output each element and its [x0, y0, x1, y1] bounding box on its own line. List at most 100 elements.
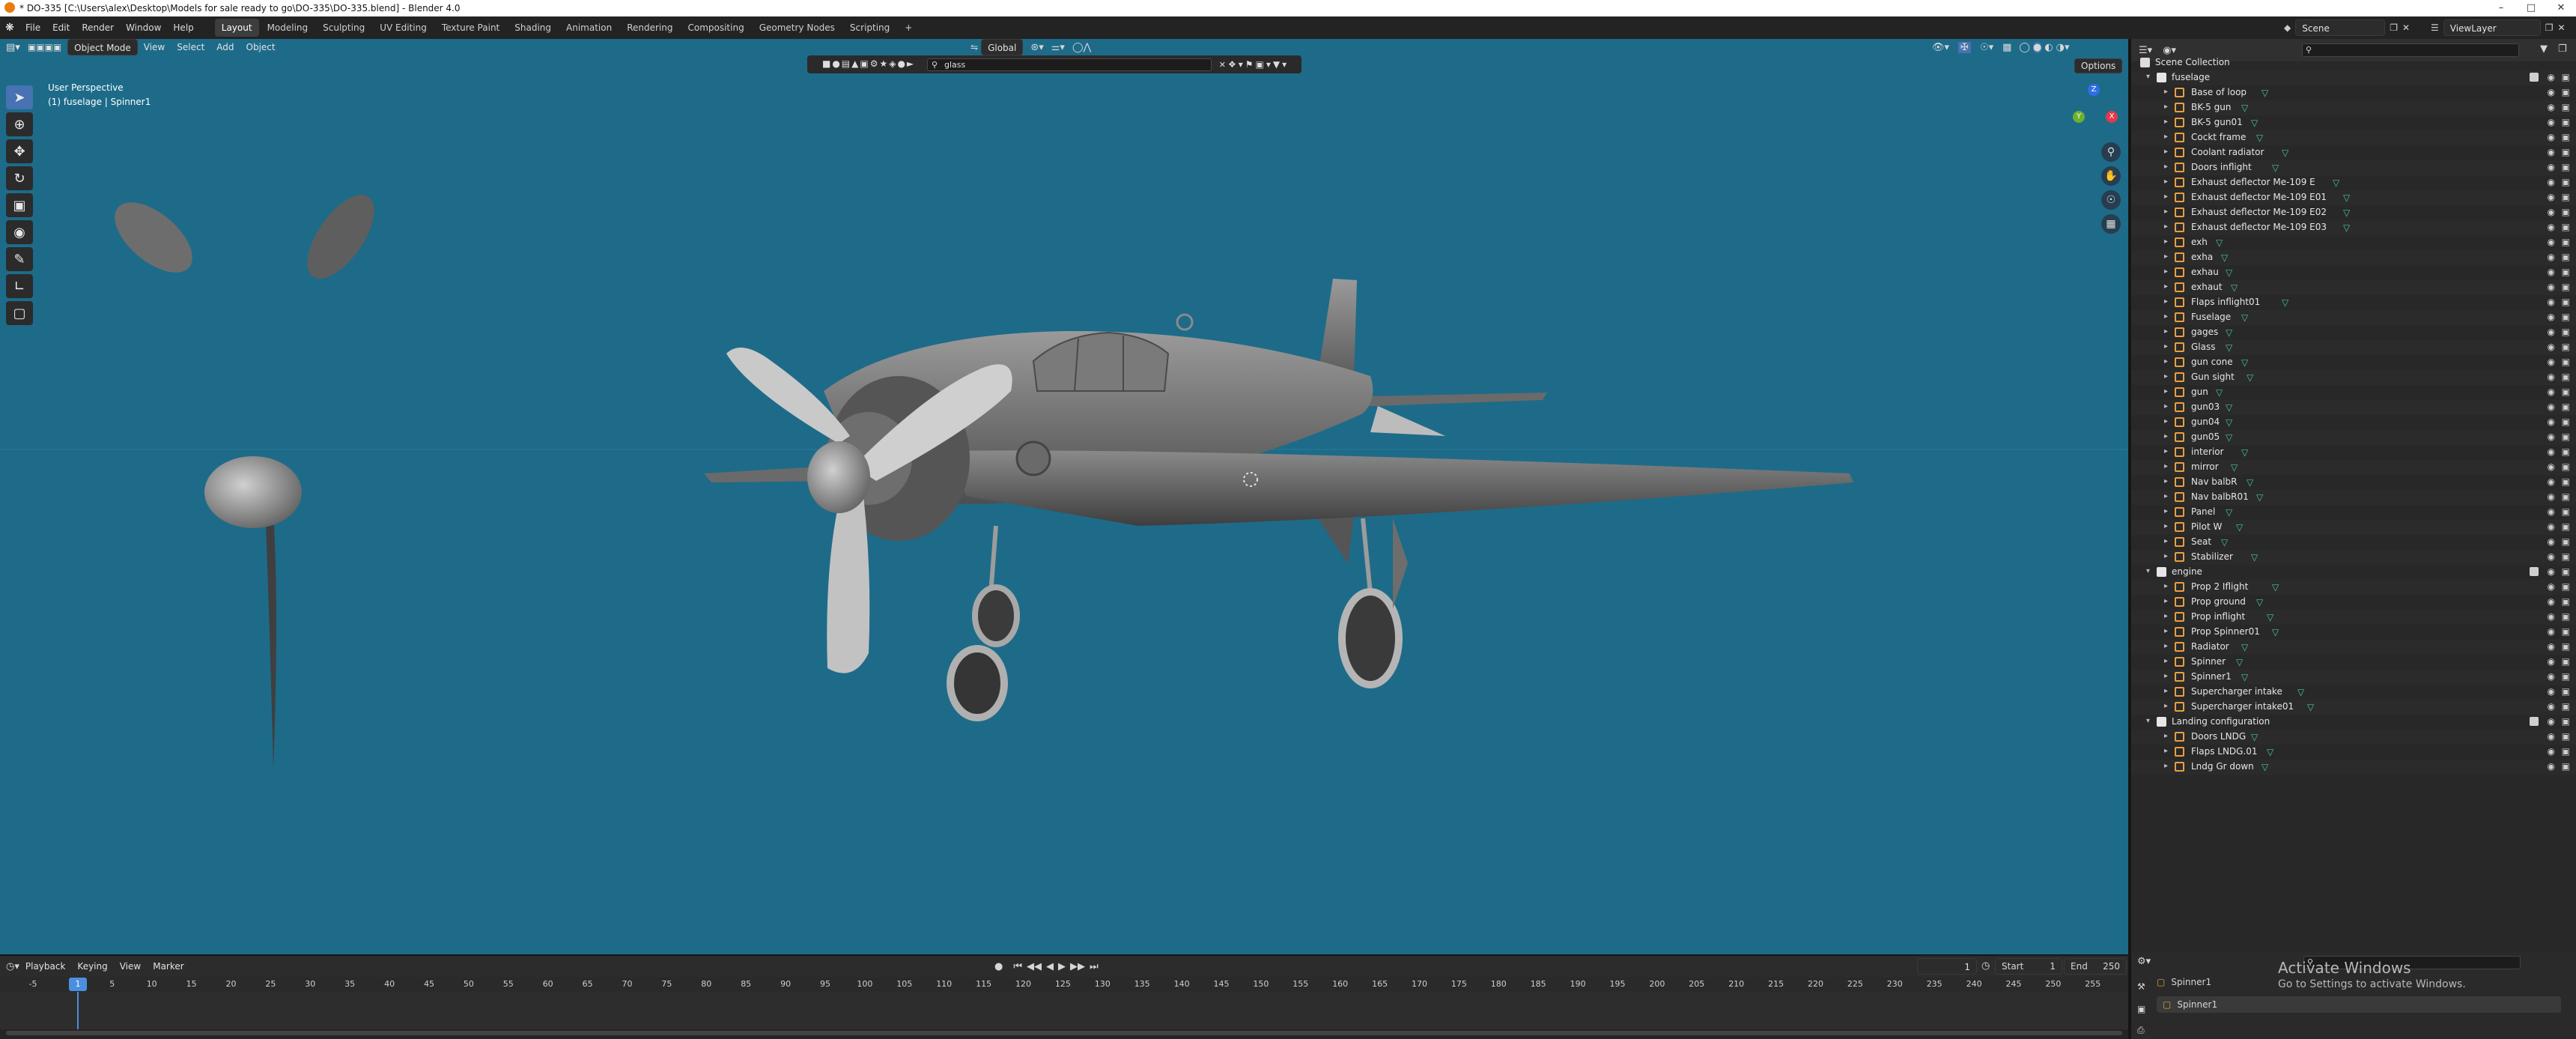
collection-row[interactable]: ▾ fuselage ◉ ▣	[2131, 70, 2576, 85]
outliner-object-row[interactable]: ▸ Gun sight ▽ ◉ ▣	[2131, 370, 2576, 385]
expand-triangle-icon[interactable]: ▸	[2164, 597, 2168, 605]
annotate-tool-icon[interactable]: ✎	[6, 247, 33, 271]
delete-scene-icon[interactable]: ✕	[2402, 22, 2410, 33]
render-camera-icon[interactable]: ▣	[2562, 461, 2570, 472]
render-camera-icon[interactable]: ▣	[2562, 641, 2570, 652]
mesh-data-icon[interactable]: ▽	[2272, 163, 2279, 173]
expand-triangle-icon[interactable]: ▸	[2164, 267, 2168, 276]
outliner-object-row[interactable]: ▸ Flaps inflight01 ▽ ◉ ▣	[2131, 295, 2576, 310]
mode-selector[interactable]: Object Mode	[67, 39, 138, 55]
visibility-eye-icon[interactable]: ◉	[2548, 402, 2555, 412]
prev-key-icon[interactable]: ◀◀	[1027, 961, 1042, 972]
transform-tool-icon[interactable]: ◉	[6, 220, 33, 244]
mesh-data-icon[interactable]: ▽	[2282, 297, 2288, 308]
outliner-root-row[interactable]: Scene Collection	[2131, 55, 2576, 70]
gizmo-z-axis[interactable]: Z	[2088, 84, 2100, 96]
visibility-eye-icon[interactable]: ◉	[2548, 566, 2555, 577]
visibility-eye-icon[interactable]: ◉	[2548, 372, 2555, 382]
jump-end-icon[interactable]: ⏭	[1090, 961, 1099, 972]
render-camera-icon[interactable]: ▣	[2562, 282, 2570, 292]
object-name-field[interactable]: ▢ Spinner1	[2157, 996, 2561, 1013]
mesh-data-icon[interactable]: ▽	[2236, 522, 2243, 533]
mesh-data-icon[interactable]: ▽	[2216, 237, 2223, 248]
filter-options-icon[interactable]: ❖▾⚑▣▾▼▾	[1228, 59, 1289, 70]
render-camera-icon[interactable]: ▣	[2562, 551, 2570, 562]
visibility-eye-icon[interactable]: ◉	[2548, 117, 2555, 127]
play-reverse-icon[interactable]: ◀	[1046, 961, 1054, 972]
menu-render[interactable]: Render	[76, 16, 120, 39]
visibility-eye-icon[interactable]: ◉	[2548, 431, 2555, 442]
clear-search-icon[interactable]: ✕	[1219, 59, 1226, 70]
mesh-data-icon[interactable]: ▽	[2241, 642, 2248, 652]
render-camera-icon[interactable]: ▣	[2562, 162, 2570, 172]
visibility-eye-icon[interactable]: ◉	[2548, 416, 2555, 427]
preview-range-icon[interactable]: ◷	[1981, 960, 1990, 972]
outliner-object-row[interactable]: ▸ Nav balbR ▽ ◉ ▣	[2131, 475, 2576, 490]
visibility-eye-icon[interactable]: ◉	[2548, 611, 2555, 622]
outliner-object-row[interactable]: ▸ Spinner1 ▽ ◉ ▣	[2131, 670, 2576, 685]
expand-triangle-icon[interactable]: ▸	[2164, 612, 2168, 620]
outliner-object-row[interactable]: ▸ Flaps LNDG.01 ▽ ◉ ▣	[2131, 745, 2576, 760]
spinner-prop-model[interactable]	[103, 184, 387, 769]
outliner-object-row[interactable]: ▸ gun cone ▽ ◉ ▣	[2131, 355, 2576, 370]
mesh-data-icon[interactable]: ▽	[2241, 357, 2248, 368]
expand-triangle-icon[interactable]: ▸	[2164, 357, 2168, 366]
visibility-eye-icon[interactable]: ◉	[2548, 147, 2555, 157]
timeline-track[interactable]	[0, 992, 2128, 1029]
workspace-tab-scripting[interactable]: Scripting	[843, 19, 896, 37]
workspace-tab-sculpting[interactable]: Sculpting	[316, 19, 371, 37]
mesh-data-icon[interactable]: ▽	[2226, 402, 2232, 413]
mesh-data-icon[interactable]: ▽	[2256, 492, 2263, 503]
visibility-eye-icon[interactable]: ◉	[2548, 207, 2555, 217]
render-camera-icon[interactable]: ▣	[2562, 506, 2570, 517]
render-camera-icon[interactable]: ▣	[2562, 521, 2570, 532]
filter-icons[interactable]: ■●▤▲▣⚙★◈●►	[822, 58, 915, 69]
outliner-object-row[interactable]: ▸ gun03 ▽ ◉ ▣	[2131, 400, 2576, 415]
shading-rendered-icon[interactable]: ◑▾	[2056, 42, 2070, 53]
expand-triangle-icon[interactable]: ▸	[2164, 672, 2168, 680]
render-tab-icon[interactable]: ▣	[2137, 1004, 2145, 1014]
jump-start-icon[interactable]: ⏮	[1013, 961, 1022, 972]
visibility-eye-icon[interactable]: ◉	[2548, 461, 2555, 472]
minimize-icon[interactable]: –	[2486, 0, 2516, 16]
render-camera-icon[interactable]: ▣	[2562, 656, 2570, 667]
visibility-eye-icon[interactable]: ◉	[2548, 731, 2555, 742]
mesh-data-icon[interactable]: ▽	[2267, 612, 2273, 623]
render-camera-icon[interactable]: ▣	[2562, 746, 2570, 757]
expand-triangle-icon[interactable]: ▸	[2164, 133, 2168, 141]
workspace-tab-uv-editing[interactable]: UV Editing	[373, 19, 434, 37]
exclude-checkbox[interactable]	[2530, 73, 2539, 82]
outliner-object-row[interactable]: ▸ exha ▽ ◉ ▣	[2131, 250, 2576, 265]
properties-editor-icon[interactable]: ⚙▾	[2137, 956, 2151, 967]
maximize-icon[interactable]: □	[2516, 0, 2546, 16]
outliner-object-row[interactable]: ▸ BK-5 gun01 ▽ ◉ ▣	[2131, 115, 2576, 130]
ortho-toggle-icon[interactable]: ▦	[2101, 214, 2121, 234]
expand-triangle-icon[interactable]: ▸	[2164, 522, 2168, 530]
outliner-object-row[interactable]: ▸ Nav balbR01 ▽ ◉ ▣	[2131, 490, 2576, 505]
mesh-data-icon[interactable]: ▽	[2272, 627, 2279, 637]
render-camera-icon[interactable]: ▣	[2562, 192, 2570, 202]
outliner-editor-icon[interactable]: ☰▾	[2139, 45, 2152, 56]
outliner-object-row[interactable]: ▸ Seat ▽ ◉ ▣	[2131, 535, 2576, 550]
outliner-object-row[interactable]: ▸ Fuselage ▽ ◉ ▣	[2131, 310, 2576, 325]
render-camera-icon[interactable]: ▣	[2562, 357, 2570, 367]
mesh-data-icon[interactable]: ▽	[2226, 507, 2232, 518]
render-camera-icon[interactable]: ▣	[2562, 536, 2570, 547]
menu-select[interactable]: Select	[171, 39, 210, 55]
new-scene-icon[interactable]: ❐	[2390, 22, 2398, 33]
outliner-object-row[interactable]: ▸ gun04 ▽ ◉ ▣	[2131, 415, 2576, 430]
play-icon[interactable]: ▶	[1058, 961, 1066, 972]
outliner-object-row[interactable]: ▸ Panel ▽ ◉ ▣	[2131, 505, 2576, 520]
outliner-object-row[interactable]: ▸ exhaut ▽ ◉ ▣	[2131, 280, 2576, 295]
mesh-data-icon[interactable]: ▽	[2216, 387, 2223, 398]
exclude-checkbox[interactable]	[2530, 717, 2539, 726]
outliner-object-row[interactable]: ▸ gun05 ▽ ◉ ▣	[2131, 430, 2576, 445]
record-icon[interactable]: ●	[994, 961, 1003, 972]
xray-icon[interactable]: ▩	[2002, 42, 2011, 53]
visibility-eye-icon[interactable]: ◉	[2548, 641, 2555, 652]
mesh-data-icon[interactable]: ▽	[2297, 687, 2304, 697]
navigation-gizmo[interactable]: Z Y X	[2058, 79, 2125, 147]
render-camera-icon[interactable]: ▣	[2562, 566, 2570, 577]
workspace-tab-animation[interactable]: Animation	[559, 19, 619, 37]
expand-triangle-icon[interactable]: ▸	[2164, 657, 2168, 665]
